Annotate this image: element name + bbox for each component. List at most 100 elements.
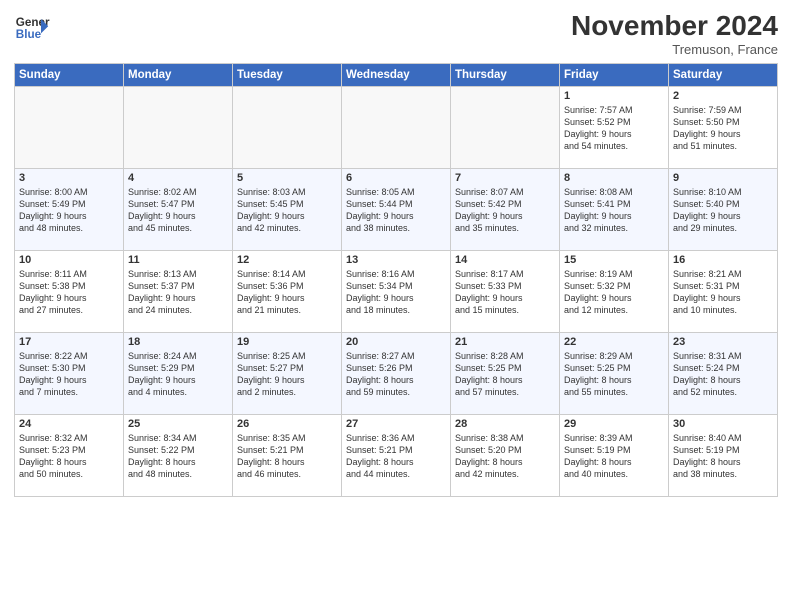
day-number: 2 (673, 90, 773, 102)
calendar-cell (15, 87, 124, 169)
calendar-cell: 30 Sunrise: 8:40 AM Sunset: 5:19 PM Dayli… (669, 415, 778, 497)
day-info: Sunrise: 8:36 AM Sunset: 5:21 PM Dayligh… (346, 432, 446, 481)
day-number: 16 (673, 254, 773, 266)
calendar-cell: 5Sunrise: 8:03 AM Sunset: 5:45 PM Daylig… (233, 169, 342, 251)
day-number: 10 (19, 254, 119, 266)
calendar-header-row: Sunday Monday Tuesday Wednesday Thursday… (15, 64, 778, 87)
calendar-cell: 19 Sunrise: 8:25 AM Sunset: 5:27 PM Dayli… (233, 333, 342, 415)
month-title: November 2024 (571, 10, 778, 42)
day-number: 4 (128, 172, 228, 184)
calendar-week-row: 3Sunrise: 8:00 AM Sunset: 5:49 PM Daylig… (15, 169, 778, 251)
calendar-table: Sunday Monday Tuesday Wednesday Thursday… (14, 63, 778, 497)
col-thursday: Thursday (451, 64, 560, 87)
calendar-cell (451, 87, 560, 169)
day-number: 30 (673, 418, 773, 430)
col-tuesday: Tuesday (233, 64, 342, 87)
calendar-cell (342, 87, 451, 169)
calendar-cell: 16 Sunrise: 8:21 AM Sunset: 5:31 PM Dayli… (669, 251, 778, 333)
title-block: November 2024 Tremuson, France (571, 10, 778, 57)
day-info: Sunrise: 8:28 AM Sunset: 5:25 PM Dayligh… (455, 350, 555, 399)
day-info: Sunrise: 8:11 AM Sunset: 5:38 PM Dayligh… (19, 268, 119, 317)
col-monday: Monday (124, 64, 233, 87)
day-number: 21 (455, 336, 555, 348)
calendar-cell: 28 Sunrise: 8:38 AM Sunset: 5:20 PM Dayli… (451, 415, 560, 497)
day-number: 14 (455, 254, 555, 266)
calendar-cell: 20 Sunrise: 8:27 AM Sunset: 5:26 PM Dayli… (342, 333, 451, 415)
day-info: Sunrise: 8:05 AM Sunset: 5:44 PM Dayligh… (346, 186, 446, 235)
calendar-cell: 17 Sunrise: 8:22 AM Sunset: 5:30 PM Dayli… (15, 333, 124, 415)
col-saturday: Saturday (669, 64, 778, 87)
day-number: 25 (128, 418, 228, 430)
day-info: Sunrise: 8:40 AM Sunset: 5:19 PM Dayligh… (673, 432, 773, 481)
calendar-cell (233, 87, 342, 169)
calendar-cell: 23Sunrise: 8:31 AM Sunset: 5:24 PM Dayli… (669, 333, 778, 415)
calendar-cell: 6 Sunrise: 8:05 AM Sunset: 5:44 PM Daylig… (342, 169, 451, 251)
day-number: 1 (564, 90, 664, 102)
col-wednesday: Wednesday (342, 64, 451, 87)
day-info: Sunrise: 8:27 AM Sunset: 5:26 PM Dayligh… (346, 350, 446, 399)
calendar-cell: 4 Sunrise: 8:02 AM Sunset: 5:47 PM Daylig… (124, 169, 233, 251)
day-info: Sunrise: 8:38 AM Sunset: 5:20 PM Dayligh… (455, 432, 555, 481)
calendar-cell: 15Sunrise: 8:19 AM Sunset: 5:32 PM Dayli… (560, 251, 669, 333)
calendar-cell: 12Sunrise: 8:14 AM Sunset: 5:36 PM Dayli… (233, 251, 342, 333)
day-number: 7 (455, 172, 555, 184)
calendar-cell: 24 Sunrise: 8:32 AM Sunset: 5:23 PM Dayli… (15, 415, 124, 497)
calendar-cell: 1 Sunrise: 7:57 AM Sunset: 5:52 PM Daylig… (560, 87, 669, 169)
calendar-cell: 22Sunrise: 8:29 AM Sunset: 5:25 PM Dayli… (560, 333, 669, 415)
col-sunday: Sunday (15, 64, 124, 87)
location: Tremuson, France (571, 42, 778, 57)
day-info: Sunrise: 7:59 AM Sunset: 5:50 PM Dayligh… (673, 104, 773, 153)
day-number: 27 (346, 418, 446, 430)
calendar-cell: 10 Sunrise: 8:11 AM Sunset: 5:38 PM Dayli… (15, 251, 124, 333)
calendar-cell: 9Sunrise: 8:10 AM Sunset: 5:40 PM Daylig… (669, 169, 778, 251)
day-info: Sunrise: 8:22 AM Sunset: 5:30 PM Dayligh… (19, 350, 119, 399)
day-number: 8 (564, 172, 664, 184)
day-info: Sunrise: 8:21 AM Sunset: 5:31 PM Dayligh… (673, 268, 773, 317)
day-info: Sunrise: 8:35 AM Sunset: 5:21 PM Dayligh… (237, 432, 337, 481)
day-number: 17 (19, 336, 119, 348)
day-info: Sunrise: 8:02 AM Sunset: 5:47 PM Dayligh… (128, 186, 228, 235)
day-number: 5 (237, 172, 337, 184)
day-info: Sunrise: 8:32 AM Sunset: 5:23 PM Dayligh… (19, 432, 119, 481)
day-info: Sunrise: 8:25 AM Sunset: 5:27 PM Dayligh… (237, 350, 337, 399)
col-friday: Friday (560, 64, 669, 87)
day-info: Sunrise: 8:39 AM Sunset: 5:19 PM Dayligh… (564, 432, 664, 481)
day-number: 26 (237, 418, 337, 430)
day-number: 15 (564, 254, 664, 266)
day-number: 13 (346, 254, 446, 266)
calendar-cell: 27 Sunrise: 8:36 AM Sunset: 5:21 PM Dayli… (342, 415, 451, 497)
calendar-cell: 21 Sunrise: 8:28 AM Sunset: 5:25 PM Dayli… (451, 333, 560, 415)
calendar-week-row: 17 Sunrise: 8:22 AM Sunset: 5:30 PM Dayli… (15, 333, 778, 415)
day-info: Sunrise: 8:00 AM Sunset: 5:49 PM Dayligh… (19, 186, 119, 235)
svg-text:Blue: Blue (16, 28, 42, 41)
calendar-cell: 14Sunrise: 8:17 AM Sunset: 5:33 PM Dayli… (451, 251, 560, 333)
day-info: Sunrise: 8:16 AM Sunset: 5:34 PM Dayligh… (346, 268, 446, 317)
day-number: 19 (237, 336, 337, 348)
day-number: 22 (564, 336, 664, 348)
calendar-cell: 8 Sunrise: 8:08 AM Sunset: 5:41 PM Daylig… (560, 169, 669, 251)
day-number: 28 (455, 418, 555, 430)
header: General Blue November 2024 Tremuson, Fra… (14, 10, 778, 57)
calendar-cell: 3Sunrise: 8:00 AM Sunset: 5:49 PM Daylig… (15, 169, 124, 251)
day-number: 18 (128, 336, 228, 348)
calendar-week-row: 24 Sunrise: 8:32 AM Sunset: 5:23 PM Dayli… (15, 415, 778, 497)
calendar-cell: 13 Sunrise: 8:16 AM Sunset: 5:34 PM Dayli… (342, 251, 451, 333)
day-number: 9 (673, 172, 773, 184)
day-info: Sunrise: 8:34 AM Sunset: 5:22 PM Dayligh… (128, 432, 228, 481)
calendar-week-row: 10 Sunrise: 8:11 AM Sunset: 5:38 PM Dayli… (15, 251, 778, 333)
day-info: Sunrise: 8:13 AM Sunset: 5:37 PM Dayligh… (128, 268, 228, 317)
calendar-cell: 26 Sunrise: 8:35 AM Sunset: 5:21 PM Dayli… (233, 415, 342, 497)
day-info: Sunrise: 8:08 AM Sunset: 5:41 PM Dayligh… (564, 186, 664, 235)
day-info: Sunrise: 7:57 AM Sunset: 5:52 PM Dayligh… (564, 104, 664, 153)
logo-icon: General Blue (14, 10, 50, 46)
day-info: Sunrise: 8:07 AM Sunset: 5:42 PM Dayligh… (455, 186, 555, 235)
day-number: 11 (128, 254, 228, 266)
calendar-cell: 25 Sunrise: 8:34 AM Sunset: 5:22 PM Dayli… (124, 415, 233, 497)
day-number: 20 (346, 336, 446, 348)
calendar-cell: 18Sunrise: 8:24 AM Sunset: 5:29 PM Dayli… (124, 333, 233, 415)
day-number: 24 (19, 418, 119, 430)
calendar-cell: 29Sunrise: 8:39 AM Sunset: 5:19 PM Dayli… (560, 415, 669, 497)
calendar-week-row: 1 Sunrise: 7:57 AM Sunset: 5:52 PM Daylig… (15, 87, 778, 169)
day-number: 6 (346, 172, 446, 184)
day-number: 12 (237, 254, 337, 266)
